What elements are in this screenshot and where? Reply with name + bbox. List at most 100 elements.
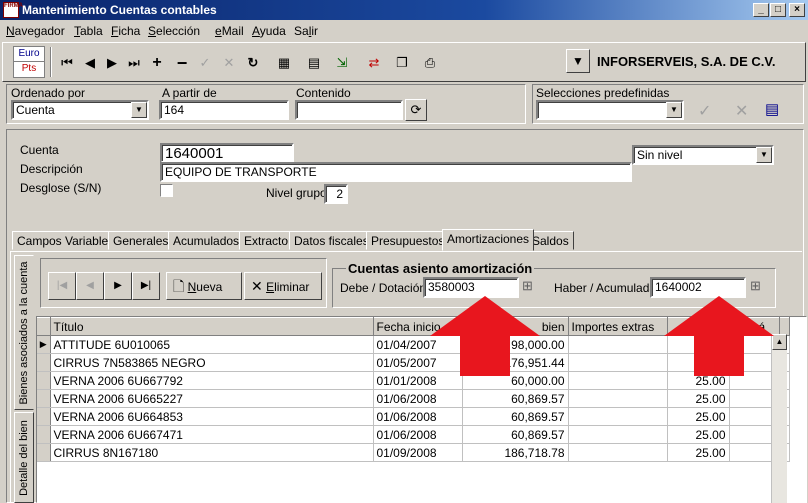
- table-row[interactable]: CIRRUS 8N167180 01/09/2008 186,718.78 25.00: [37, 443, 790, 462]
- chevron-down-icon[interactable]: ▼: [756, 147, 772, 163]
- menu-seleccion[interactable]: Selección: [148, 24, 200, 38]
- minimize-button[interactable]: _: [753, 3, 769, 17]
- refresh-icon[interactable]: ↻: [244, 54, 262, 72]
- tab-presupuestos[interactable]: Presupuestos: [366, 231, 450, 250]
- cell-importes-extras[interactable]: [568, 443, 668, 462]
- haber-lookup-icon[interactable]: ⊞: [750, 278, 768, 296]
- cell-importes-extras[interactable]: [568, 335, 668, 354]
- apartir-input[interactable]: 164: [159, 100, 289, 120]
- tab-generales[interactable]: Generales: [108, 231, 174, 250]
- nivel-input[interactable]: 2: [324, 184, 348, 204]
- search-apply-icon[interactable]: ⟳: [405, 99, 427, 121]
- apply-selection-icon[interactable]: ✓: [698, 101, 711, 121]
- nav-first-icon[interactable]: |◀: [48, 272, 76, 300]
- maximize-button[interactable]: □: [770, 3, 786, 17]
- cell-titulo[interactable]: VERNA 2006 6U667471: [50, 425, 374, 444]
- scroll-up-icon[interactable]: ▲: [772, 334, 787, 350]
- menu-navegador[interactable]: Navegador: [6, 24, 65, 38]
- nav-prev-icon[interactable]: ◀: [76, 272, 104, 300]
- apartir-label: A partir de: [162, 86, 217, 100]
- table-row[interactable]: VERNA 2006 6U667471 01/06/2008 60,869.57 25…: [37, 425, 790, 444]
- cell-importes-extras[interactable]: [568, 425, 668, 444]
- eliminar-button[interactable]: ✕ Eliminar: [244, 272, 322, 300]
- chevron-down-icon[interactable]: ▼: [131, 102, 147, 118]
- header-titulo[interactable]: Título: [50, 317, 374, 336]
- cell-porcentaje[interactable]: 25.00: [667, 389, 730, 408]
- selecciones-select[interactable]: [536, 100, 684, 120]
- descripcion-label: Descripción: [20, 162, 83, 176]
- prev-record-icon[interactable]: ◀: [81, 54, 99, 72]
- cell-porcentaje[interactable]: 25.00: [667, 407, 730, 426]
- selection-list-icon[interactable]: ▤: [765, 100, 779, 118]
- cell-porcentaje[interactable]: 25.00: [667, 425, 730, 444]
- debe-lookup-icon[interactable]: ⊞: [522, 278, 540, 296]
- menu-tabla[interactable]: Tabla: [74, 24, 103, 38]
- nav-last-icon[interactable]: ▶|: [132, 272, 160, 300]
- cell-fecha-inicio[interactable]: 01/06/2008: [373, 425, 463, 444]
- vtab-detalle[interactable]: Detalle del bien: [14, 412, 34, 503]
- desglose-checkbox[interactable]: [160, 184, 173, 197]
- cell-titulo[interactable]: ATTITUDE 6U010065: [50, 335, 374, 354]
- cancel-icon[interactable]: ✕: [220, 54, 238, 72]
- cell-titulo[interactable]: VERNA 2006 6U667792: [50, 371, 374, 390]
- table-row[interactable]: VERNA 2006 6U664853 01/06/2008 60,869.57 25…: [37, 407, 790, 426]
- remove-icon[interactable]: −: [173, 54, 191, 72]
- tab-acumulados[interactable]: Acumulados: [168, 231, 245, 250]
- add-icon[interactable]: +: [148, 54, 166, 72]
- cell-importes-extras[interactable]: [568, 407, 668, 426]
- tab-datos-fiscales[interactable]: Datos fiscales: [289, 231, 374, 250]
- company-dropdown-button[interactable]: ▼: [566, 49, 590, 73]
- cuenta-input[interactable]: 1640001: [160, 143, 294, 163]
- copy-icon[interactable]: ❐: [393, 54, 411, 72]
- cell-importes-extras[interactable]: [568, 389, 668, 408]
- currency-toggle[interactable]: Euro Pts: [13, 46, 45, 78]
- tab-campos-variables[interactable]: Campos Variables: [12, 231, 120, 250]
- app-icon[interactable]: FIRMA: [3, 2, 23, 18]
- nueva-button[interactable]: 🗋 Nueva: [166, 272, 242, 300]
- cell-fecha-inicio[interactable]: 01/06/2008: [373, 407, 463, 426]
- ordenado-select[interactable]: Cuenta: [11, 100, 149, 120]
- cell-titulo[interactable]: CIRRUS 7N583865 NEGRO: [50, 353, 374, 372]
- cell-titulo[interactable]: VERNA 2006 6U664853: [50, 407, 374, 426]
- debe-input[interactable]: 3580003: [423, 277, 519, 298]
- table-icon[interactable]: ▦: [275, 54, 293, 72]
- cell-fecha-inicio[interactable]: 01/06/2008: [373, 389, 463, 408]
- nivel-select[interactable]: Sin nivel: [632, 145, 774, 165]
- export-icon[interactable]: ⇲: [333, 54, 351, 72]
- header-importes-extras[interactable]: Importes extras: [568, 317, 668, 336]
- next-record-icon[interactable]: ▶: [103, 54, 121, 72]
- table-row[interactable]: VERNA 2006 6U665227 01/06/2008 60,869.57 25…: [37, 389, 790, 408]
- haber-input[interactable]: 1640002: [650, 277, 746, 298]
- vtab-bienes[interactable]: Bienes asociados a la cuenta: [14, 255, 34, 410]
- contenido-input[interactable]: [295, 100, 403, 120]
- chevron-down-icon[interactable]: ▼: [666, 102, 682, 118]
- cell-bien[interactable]: 60,869.57: [462, 425, 569, 444]
- clear-selection-icon[interactable]: ✕: [735, 101, 748, 121]
- cell-titulo[interactable]: VERNA 2006 6U665227: [50, 389, 374, 408]
- last-record-icon[interactable]: ⏭: [125, 54, 143, 72]
- cell-bien[interactable]: 60,869.57: [462, 389, 569, 408]
- tab-extracto[interactable]: Extracto: [239, 231, 294, 250]
- tab-amortizaciones[interactable]: Amortizaciones: [442, 229, 535, 251]
- menu-salir[interactable]: Salir: [294, 24, 318, 38]
- cell-bien[interactable]: 186,718.78: [462, 443, 569, 462]
- descripcion-input[interactable]: EQUIPO DE TRANSPORTE: [160, 162, 632, 182]
- cell-porcentaje[interactable]: 25.00: [667, 443, 730, 462]
- cell-importes-extras[interactable]: [568, 353, 668, 372]
- form-view-icon[interactable]: ▤: [305, 54, 323, 72]
- menu-ficha[interactable]: Ficha: [111, 24, 140, 38]
- close-button[interactable]: ×: [789, 3, 805, 17]
- cell-importes-extras[interactable]: [568, 371, 668, 390]
- menu-email[interactable]: eMail: [215, 24, 244, 38]
- cell-titulo[interactable]: CIRRUS 8N167180: [50, 443, 374, 462]
- selecciones-label: Selecciones predefinidas: [536, 86, 670, 100]
- confirm-icon[interactable]: ✓: [196, 54, 214, 72]
- app-icon-text: FIRMA: [4, 3, 23, 9]
- menu-ayuda[interactable]: Ayuda: [252, 24, 286, 38]
- print-icon[interactable]: ⎙: [421, 54, 439, 72]
- nav-next-icon[interactable]: ▶: [104, 272, 132, 300]
- transfer-icon[interactable]: ⇄: [365, 54, 383, 72]
- first-record-icon[interactable]: ⏮: [58, 54, 76, 72]
- cell-bien[interactable]: 60,869.57: [462, 407, 569, 426]
- cell-fecha-inicio[interactable]: 01/09/2008: [373, 443, 463, 462]
